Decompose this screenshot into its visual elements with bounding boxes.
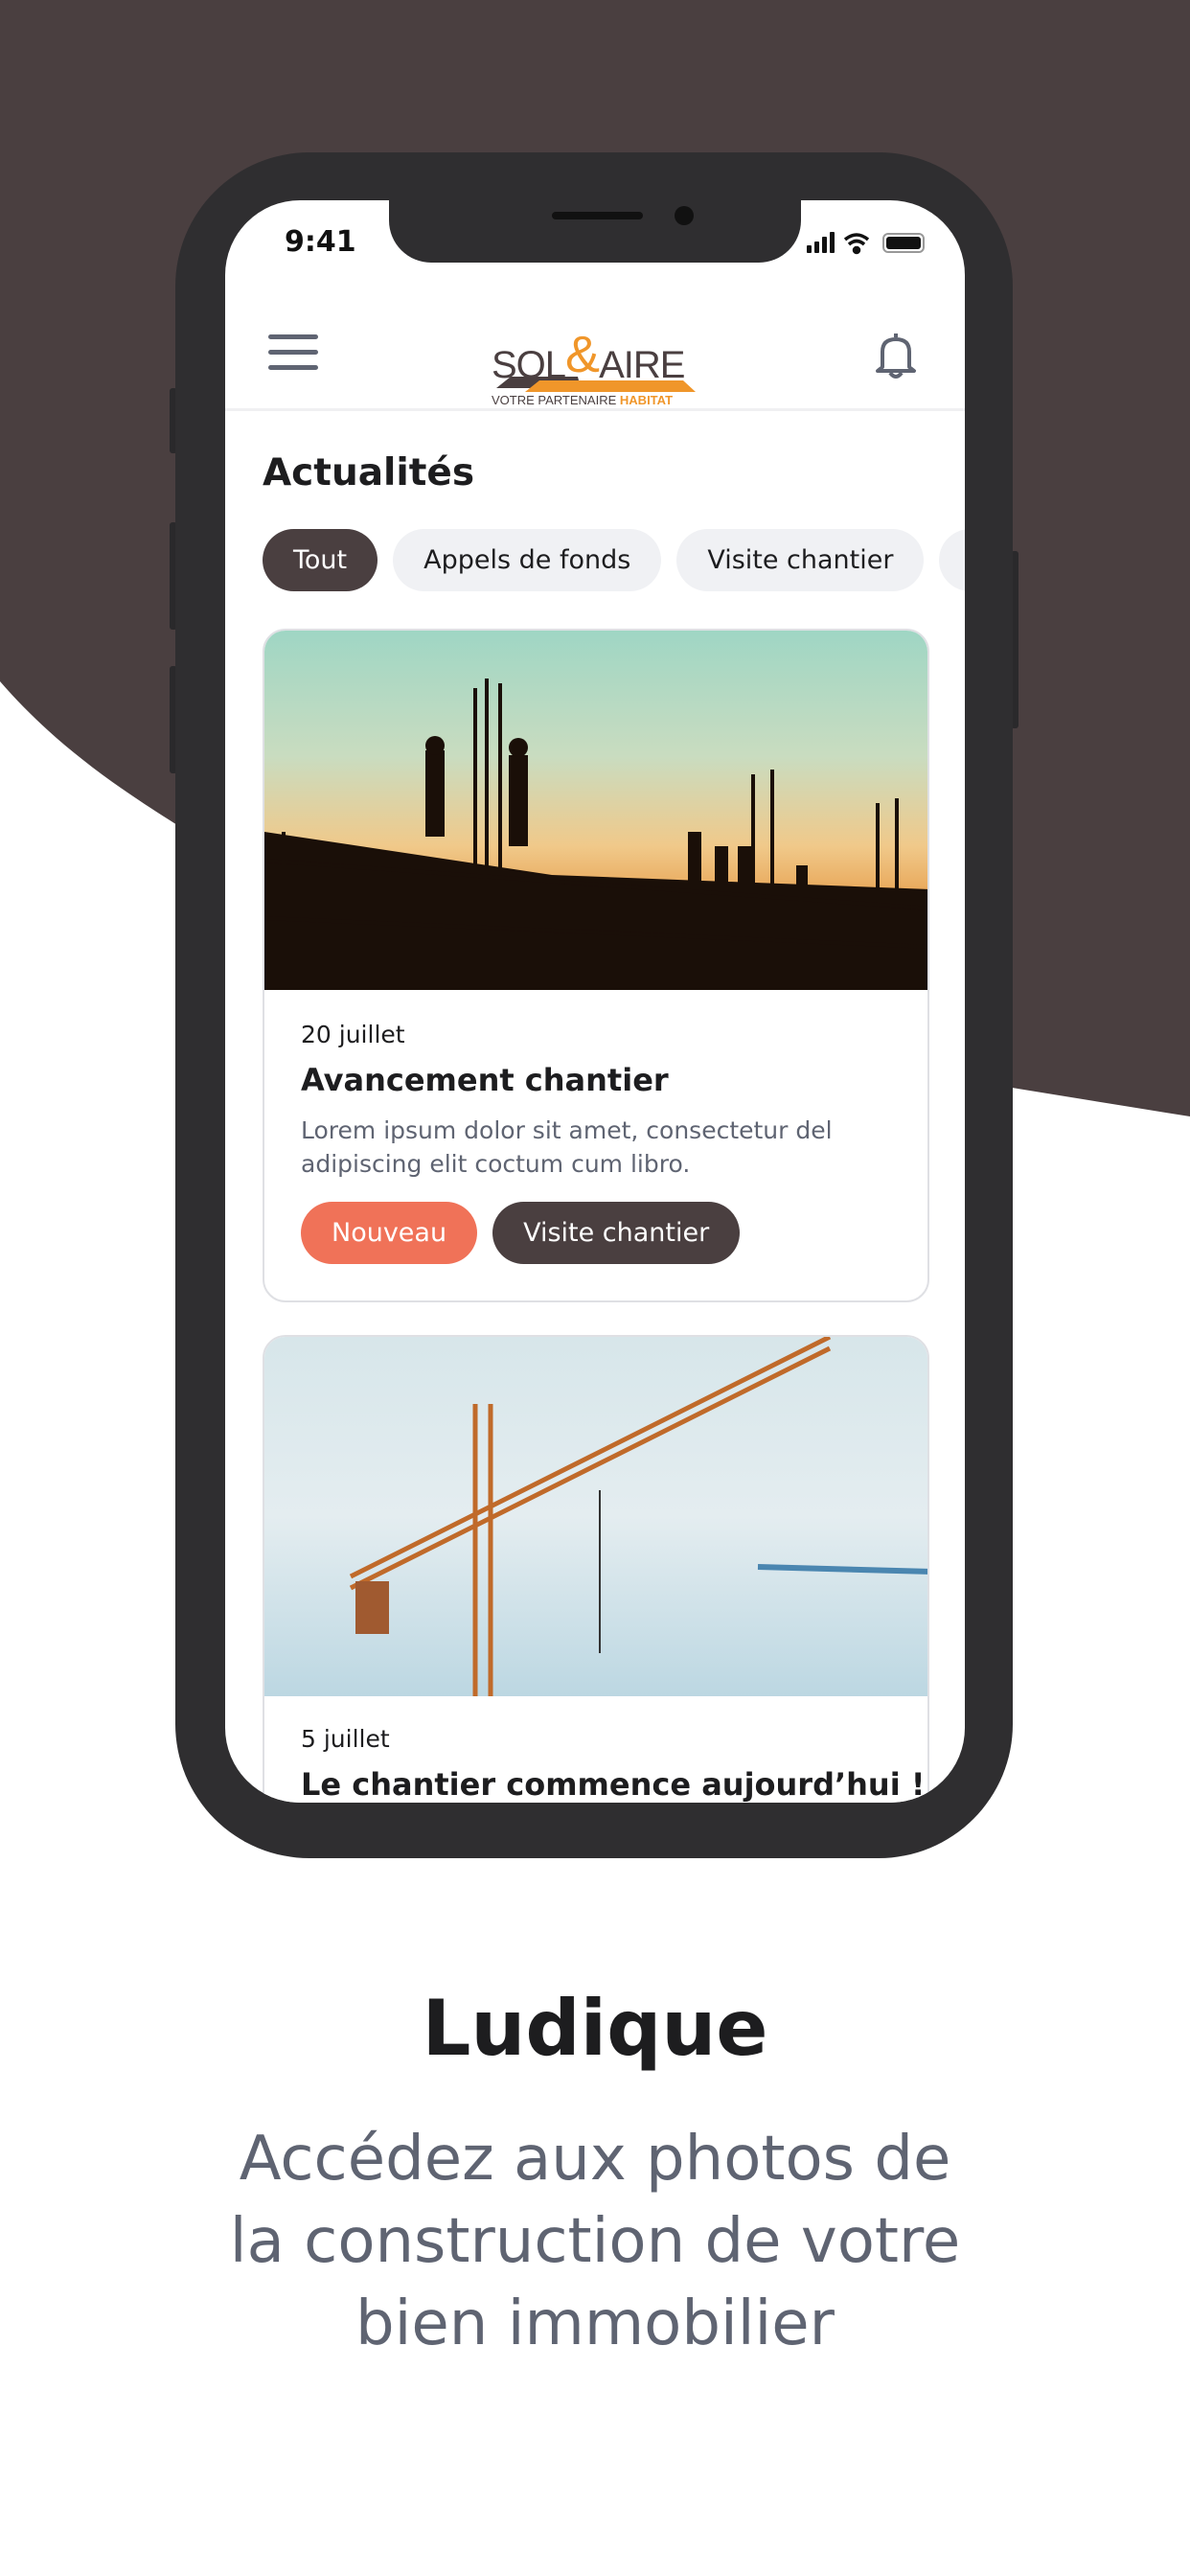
caption-text: Accédez aux photos de la construction de… xyxy=(0,2118,1190,2365)
battery-icon xyxy=(882,233,925,253)
bell-icon[interactable] xyxy=(875,331,917,380)
construction-workers-photo xyxy=(264,631,927,990)
card-tags: Nouveau Visite chantier xyxy=(301,1202,927,1264)
notch xyxy=(389,200,801,263)
filter-chip-more[interactable]: P xyxy=(939,529,965,591)
news-card[interactable]: 5 juillet Le chantier commence aujourd’h… xyxy=(263,1335,929,1803)
status-icons xyxy=(807,232,925,255)
logo-amp: & xyxy=(565,326,600,383)
logo: SOL&AIRE VOTRE PARTENAIRE HABITAT xyxy=(492,323,702,409)
silhouette xyxy=(264,678,927,990)
crane-photo xyxy=(264,1337,927,1696)
tag-visite-chantier[interactable]: Visite chantier xyxy=(492,1202,741,1264)
card-date: 5 juillet xyxy=(301,1725,390,1753)
filter-chip-appels-de-fonds[interactable]: Appels de fonds xyxy=(393,529,662,591)
logo-mark xyxy=(496,377,696,392)
news-card[interactable]: 20 juillet Avancement chantier Lorem ips… xyxy=(263,629,929,1302)
camera xyxy=(675,206,694,225)
card-title: Avancement chantier xyxy=(301,1062,669,1098)
wifi-icon xyxy=(843,233,870,255)
signal-icon xyxy=(807,232,835,253)
card-date: 20 juillet xyxy=(301,1021,405,1048)
filter-chips: Tout Appels de fonds Visite chantier P xyxy=(263,529,965,591)
filter-chip-tout[interactable]: Tout xyxy=(263,529,378,591)
hamburger-icon[interactable] xyxy=(268,334,318,371)
speaker xyxy=(552,212,643,219)
logo-tagline: VOTRE PARTENAIRE xyxy=(492,393,617,407)
card-description: Lorem ipsum dolor sit amet, consectetur … xyxy=(301,1116,833,1178)
logo-tagline-accent: HABITAT xyxy=(619,393,674,407)
filter-chip-visite-chantier[interactable]: Visite chantier xyxy=(676,529,925,591)
caption-line: Accédez aux photos de xyxy=(239,2124,951,2195)
phone-screen: 9:41 SOL&AIRE VOTRE PARTENAIRE HABITAT A… xyxy=(225,200,965,1803)
caption-line: la construction de votre xyxy=(229,2206,961,2277)
caption-heading: Ludique xyxy=(422,1984,768,2073)
crane xyxy=(349,1337,927,1696)
app-header: SOL&AIRE VOTRE PARTENAIRE HABITAT xyxy=(225,296,965,411)
tag-nouveau[interactable]: Nouveau xyxy=(301,1202,478,1264)
status-time: 9:41 xyxy=(285,225,356,259)
caption-line: bien immobilier xyxy=(355,2288,835,2359)
card-title: Le chantier commence aujourd’hui ! xyxy=(301,1766,926,1803)
page-title: Actualités xyxy=(263,451,475,494)
